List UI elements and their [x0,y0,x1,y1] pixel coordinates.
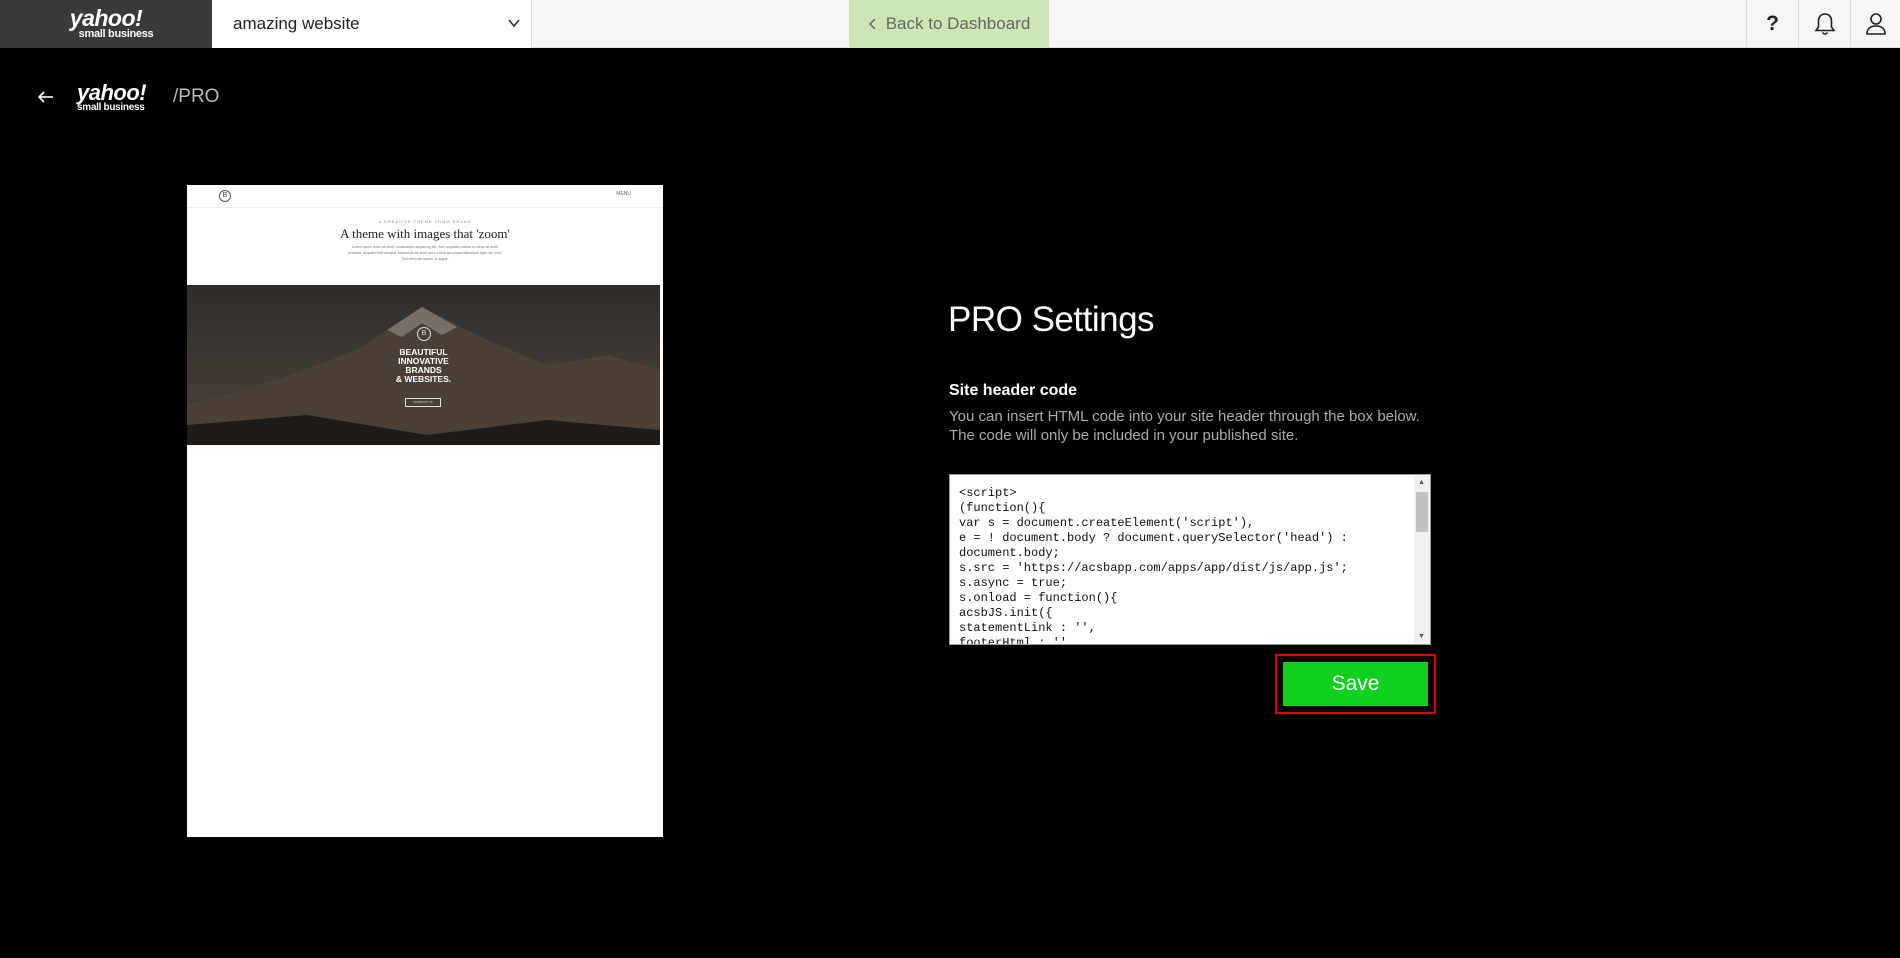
top-icons-group: ? [1746,0,1900,48]
top-bar: yahoo! small business amazing website Ba… [0,0,1900,48]
back-arrow-icon[interactable] [36,87,56,107]
hero-line: & WEBSITES. [395,374,452,384]
site-selector-dropdown[interactable]: amazing website [212,0,532,48]
help-icon-glyph: ? [1766,12,1779,35]
scroll-thumb[interactable] [1416,492,1428,532]
preview-hero-text: BEAUTIFUL INNOVATIVE BRANDS & WEBSITES. [187,348,660,384]
user-icon[interactable] [1850,0,1900,48]
sub-logo-yahoo-text: yahoo! [77,80,147,105]
sub-logo-sub-text: small business [77,102,145,113]
site-name: amazing website [233,14,360,33]
logo-yahoo-text: yahoo! [69,5,143,31]
textarea-scrollbar[interactable]: ▲ ▼ [1414,475,1430,644]
header-code-textarea[interactable]: <script> (function(){ var s = document.c… [949,474,1431,645]
back-to-dashboard-button[interactable]: Back to Dashboard [849,0,1049,48]
preview-kicker: A CREATIVE THEME FROM BRAND [378,219,472,224]
chevron-left-icon [868,18,876,30]
scroll-up-arrow-icon[interactable]: ▲ [1418,479,1425,486]
preview-title: A theme with images that 'zoom' [340,226,510,241]
yahoo-small-business-logo[interactable]: yahoo! small business [0,0,212,48]
yahoo-small-business-pro-logo: yahoo! small business [77,80,147,113]
save-button-highlight: Save [1275,654,1436,714]
preview-menu-label: MENU [616,191,631,197]
preview-hero-button: CONTACT US [405,398,441,407]
preview-logo-icon: B [219,190,231,202]
chevron-down-icon [508,19,520,28]
help-icon[interactable]: ? [1746,0,1798,48]
header-code-content[interactable]: <script> (function(){ var s = document.c… [959,486,1348,644]
site-header-code-description: You can insert HTML code into your site … [949,408,1420,444]
website-preview: B MENU A CREATIVE THEME FROM BRAND A the… [187,185,663,837]
page-title: PRO Settings [948,300,1155,339]
preview-hero-logo-icon: B [417,327,431,341]
back-to-dashboard-label: Back to Dashboard [885,14,1031,33]
user-icon-graphic [1865,13,1886,35]
logo-sub-text: small business [78,28,154,40]
pro-tag: /PRO [173,86,220,107]
scroll-down-arrow-icon[interactable]: ▼ [1418,633,1425,640]
preview-paragraph: Lorem ipsum dolor sit amet, consectetur … [348,245,502,261]
site-header-code-label: Site header code [949,382,1078,399]
preview-nav: B MENU [187,185,663,208]
save-button[interactable]: Save [1283,662,1428,706]
bell-icon[interactable] [1798,0,1850,48]
preview-hero-image: B BEAUTIFUL INNOVATIVE BRANDS & WEBSITES… [187,285,660,445]
bell-icon-graphic [1813,13,1836,35]
